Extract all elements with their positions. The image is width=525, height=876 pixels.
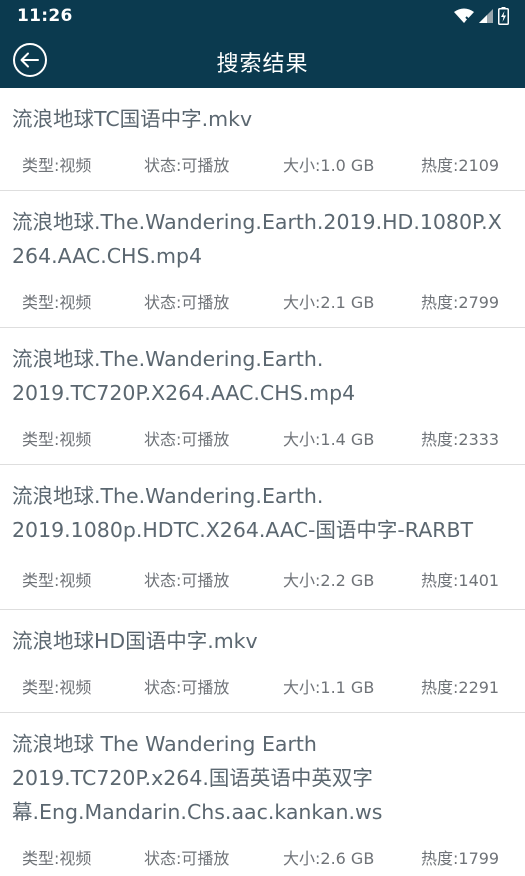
result-heat: 热度:1401 bbox=[421, 571, 500, 590]
result-title: 流浪地球TC国语中字.mkv bbox=[12, 107, 253, 131]
result-size: 大小:1.4 GB bbox=[283, 430, 375, 449]
result-item[interactable]: 流浪地球HD国语中字.mkv 类型:视频 状态:可播放 大小:1.1 GB 热度… bbox=[0, 610, 525, 713]
result-status: 状态:可播放 bbox=[144, 156, 230, 175]
result-item[interactable]: 流浪地球TC国语中字.mkv 类型:视频 状态:可播放 大小:1.0 GB 热度… bbox=[0, 88, 525, 191]
result-heat: 热度:2109 bbox=[421, 156, 500, 175]
result-heat: 热度:2291 bbox=[421, 678, 500, 697]
result-item[interactable]: 流浪地球 The Wandering Earth 2019.TC720P.x26… bbox=[0, 713, 525, 876]
result-size: 大小:2.6 GB bbox=[283, 849, 375, 868]
battery-charging-icon bbox=[498, 7, 509, 29]
result-heat: 热度:2799 bbox=[421, 293, 500, 312]
result-type: 类型:视频 bbox=[22, 430, 92, 449]
status-icons bbox=[454, 7, 509, 29]
result-meta: 类型:视频 状态:可播放 大小:1.4 GB 热度:2333 bbox=[0, 410, 525, 464]
result-title: 流浪地球 The Wandering Earth 2019.TC720P.x26… bbox=[12, 732, 383, 824]
result-meta: 类型:视频 状态:可播放 大小:2.2 GB 热度:1401 bbox=[0, 547, 525, 609]
result-meta: 类型:视频 状态:可播放 大小:1.0 GB 热度:2109 bbox=[0, 136, 525, 190]
result-heat: 热度:1799 bbox=[421, 849, 500, 868]
result-size: 大小:2.2 GB bbox=[283, 571, 375, 590]
result-status: 状态:可播放 bbox=[144, 571, 230, 590]
result-title: 流浪地球.The.Wandering.Earth.2019.HD.1080P.X… bbox=[12, 210, 502, 268]
result-title: 流浪地球.The.Wandering.Earth. 2019.1080p.HDT… bbox=[12, 484, 474, 542]
result-meta: 类型:视频 状态:可播放 大小:1.1 GB 热度:2291 bbox=[0, 658, 525, 712]
result-type: 类型:视频 bbox=[22, 571, 92, 590]
result-status: 状态:可播放 bbox=[144, 430, 230, 449]
result-heat: 热度:2333 bbox=[421, 430, 500, 449]
result-type: 类型:视频 bbox=[22, 156, 92, 175]
app-header: 搜索结果 bbox=[0, 32, 525, 88]
result-item[interactable]: 流浪地球.The.Wandering.Earth.2019.HD.1080P.X… bbox=[0, 191, 525, 328]
result-size: 大小:2.1 GB bbox=[283, 293, 375, 312]
wifi-icon bbox=[454, 8, 474, 28]
result-title: 流浪地球.The.Wandering.Earth. 2019.TC720P.X2… bbox=[12, 347, 356, 405]
page-title: 搜索结果 bbox=[216, 52, 309, 77]
signal-icon bbox=[478, 8, 494, 28]
result-status: 状态:可播放 bbox=[144, 849, 230, 868]
result-meta: 类型:视频 状态:可播放 大小:2.1 GB 热度:2799 bbox=[0, 273, 525, 327]
status-bar: 11:26 bbox=[0, 0, 525, 32]
result-type: 类型:视频 bbox=[22, 678, 92, 697]
result-title: 流浪地球HD国语中字.mkv bbox=[12, 629, 258, 653]
result-type: 类型:视频 bbox=[22, 849, 92, 868]
result-item[interactable]: 流浪地球.The.Wandering.Earth. 2019.TC720P.X2… bbox=[0, 328, 525, 465]
status-time: 11:26 bbox=[17, 6, 73, 26]
result-status: 状态:可播放 bbox=[144, 293, 230, 312]
result-meta: 类型:视频 状态:可播放 大小:2.6 GB 热度:1799 bbox=[0, 829, 525, 876]
search-results-list[interactable]: 流浪地球TC国语中字.mkv 类型:视频 状态:可播放 大小:1.0 GB 热度… bbox=[0, 88, 525, 876]
result-status: 状态:可播放 bbox=[144, 678, 230, 697]
result-type: 类型:视频 bbox=[22, 293, 92, 312]
result-size: 大小:1.0 GB bbox=[283, 156, 375, 175]
result-item[interactable]: 流浪地球.The.Wandering.Earth. 2019.1080p.HDT… bbox=[0, 465, 525, 610]
result-size: 大小:1.1 GB bbox=[283, 678, 375, 697]
